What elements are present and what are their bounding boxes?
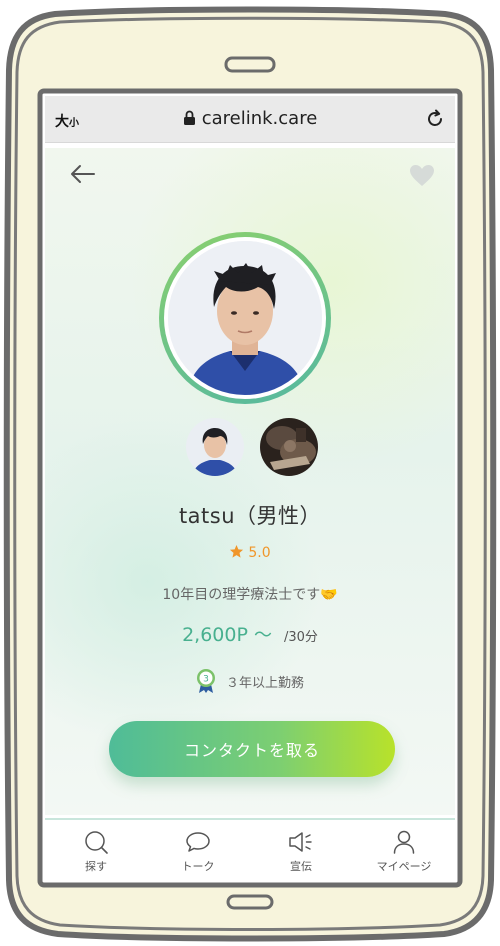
tab-mypage-label: マイページ <box>376 860 432 873</box>
browser-url-bar[interactable]: 大小 carelink.care <box>45 96 455 143</box>
experience: 3 ３年以上勤務 <box>45 668 455 698</box>
star-icon <box>229 544 244 563</box>
profile-photo <box>168 241 322 395</box>
tab-search-label: 探す <box>85 860 107 873</box>
price-amount: 2,600P <box>182 624 248 646</box>
contact-button[interactable]: コンタクトを取る <box>109 721 395 777</box>
experience-badge-icon: 3 <box>196 668 216 698</box>
price-unit: /30分 <box>283 630 318 645</box>
phone-screen: 大小 carelink.care tatsu（男性） 5.0 10年目の理学療法… <box>45 96 455 880</box>
favorite-heart-icon[interactable] <box>409 164 435 191</box>
profile-name: tatsu（男性） <box>178 504 322 528</box>
experience-badge-number: 3 <box>203 675 209 685</box>
experience-text: ３年以上勤務 <box>225 676 304 691</box>
person-icon <box>393 830 415 854</box>
megaphone-icon <box>289 832 312 852</box>
bottom-tab-bar: 探す トーク 宣伝 マイページ <box>45 818 455 880</box>
search-icon <box>85 831 108 854</box>
url-text: carelink.care <box>201 108 318 129</box>
back-arrow-icon[interactable] <box>70 164 96 188</box>
profile-bio: 10年目の理学療法士です🤝 <box>162 587 338 603</box>
rating-value: 5.0 <box>248 545 271 561</box>
price-tilde: 〜 <box>253 625 272 646</box>
profile-content: tatsu（男性） 5.0 10年目の理学療法士です🤝 2,600P 〜/30分 … <box>45 148 455 815</box>
lock-icon <box>183 110 196 131</box>
profile-avatar <box>159 232 331 404</box>
tab-mypage[interactable]: マイページ <box>353 820 455 880</box>
profile-thumbnail-2[interactable] <box>260 418 318 476</box>
tab-promote-label: 宣伝 <box>290 860 312 873</box>
reload-icon[interactable] <box>425 108 445 134</box>
chat-bubble-icon <box>186 832 210 852</box>
tab-talk[interactable]: トーク <box>147 820 249 880</box>
tab-search[interactable]: 探す <box>45 820 147 880</box>
url-display[interactable]: carelink.care <box>45 108 455 131</box>
tab-talk-label: トーク <box>181 860 215 873</box>
price: 2,600P 〜 /30分 <box>45 621 455 647</box>
profile-thumbnail-1[interactable] <box>186 418 244 476</box>
tab-promote[interactable]: 宣伝 <box>250 820 352 880</box>
rating: 5.0 <box>45 544 455 563</box>
